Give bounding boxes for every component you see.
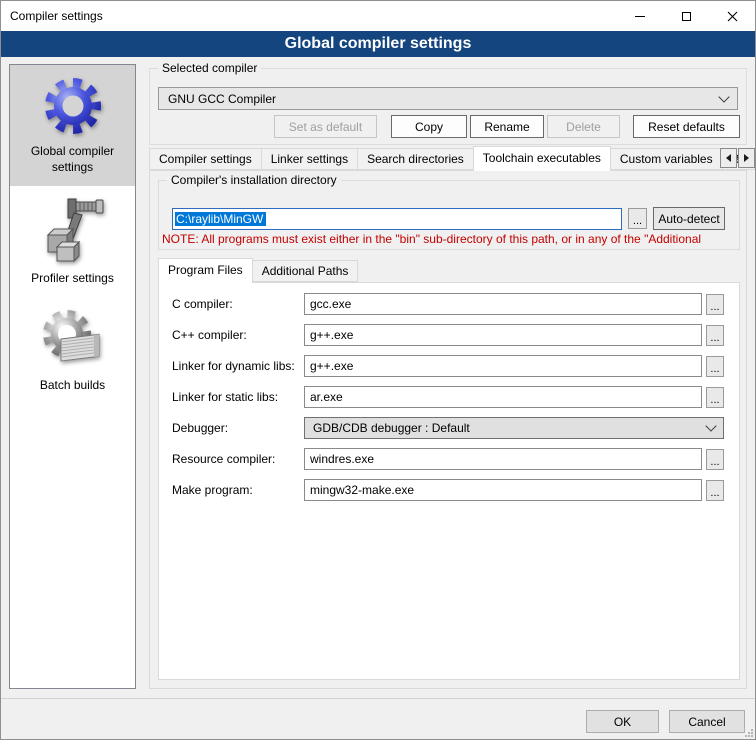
installation-directory-row: C:\raylib\MinGW ... Auto-detect <box>172 207 733 230</box>
compiler-settings-dialog: Compiler settings Global compiler settin… <box>0 0 756 740</box>
sidebar-item-global-compiler-settings[interactable]: Global compiler settings <box>10 65 135 186</box>
footer-divider <box>1 698 755 699</box>
debugger-row: Debugger: GDB/CDB debugger : Default <box>172 417 724 439</box>
static-linker-label: Linker for static libs: <box>172 390 304 404</box>
subtab-additional-paths[interactable]: Additional Paths <box>252 260 359 282</box>
arrow-right-icon <box>744 154 749 162</box>
compiler-actions: Set as default Copy Rename Delete Reset … <box>158 115 740 138</box>
dynamic-linker-input[interactable] <box>304 355 702 377</box>
page-title: Global compiler settings <box>1 31 755 57</box>
dynamic-linker-browse-button[interactable]: ... <box>706 356 724 377</box>
static-linker-input[interactable] <box>304 386 702 408</box>
selected-compiler-group-label: Selected compiler <box>158 61 261 75</box>
delete-button[interactable]: Delete <box>547 115 620 138</box>
minimize-button[interactable] <box>617 1 663 31</box>
cancel-button[interactable]: Cancel <box>669 710 745 733</box>
compiler-select[interactable]: GNU GCC Compiler <box>158 87 738 110</box>
settings-tabbar: Compiler settings Linker settings Search… <box>149 146 755 170</box>
cpp-compiler-label: C++ compiler: <box>172 328 304 342</box>
rename-button[interactable]: Rename <box>470 115 544 138</box>
resource-compiler-browse-button[interactable]: ... <box>706 449 724 470</box>
tab-custom-variables[interactable]: Custom variables <box>610 148 723 170</box>
make-program-browse-button[interactable]: ... <box>706 480 724 501</box>
note-text: NOTE: All programs must exist either in … <box>162 232 737 246</box>
tab-scroll-left-button[interactable] <box>720 148 737 168</box>
close-button[interactable] <box>709 1 755 31</box>
close-icon <box>727 11 738 22</box>
toolchain-executables-page: Compiler's installation directory C:\ray… <box>149 170 747 689</box>
arrow-left-icon <box>726 154 731 162</box>
caption-buttons <box>617 1 755 31</box>
dynamic-linker-label: Linker for dynamic libs: <box>172 359 304 373</box>
static-linker-browse-button[interactable]: ... <box>706 387 724 408</box>
c-compiler-row: C compiler: ... <box>172 293 724 315</box>
installation-directory-input[interactable]: C:\raylib\MinGW <box>172 208 622 230</box>
c-compiler-input[interactable] <box>304 293 702 315</box>
compiler-select-value: GNU GCC Compiler <box>168 92 720 106</box>
window-title: Compiler settings <box>10 9 103 23</box>
selected-compiler-group: Selected compiler GNU GCC Compiler Set a… <box>149 68 747 145</box>
program-files-page: C compiler: ... C++ compiler: ... Linker… <box>158 282 740 680</box>
set-as-default-button[interactable]: Set as default <box>274 115 377 138</box>
tab-search-directories[interactable]: Search directories <box>357 148 474 170</box>
resource-compiler-label: Resource compiler: <box>172 452 304 466</box>
dynamic-linker-row: Linker for dynamic libs: ... <box>172 355 724 377</box>
tab-linker-settings[interactable]: Linker settings <box>261 148 358 170</box>
title-bar: Compiler settings <box>1 1 755 31</box>
make-program-row: Make program: ... <box>172 479 724 501</box>
tab-toolchain-executables[interactable]: Toolchain executables <box>473 146 611 171</box>
minimize-icon <box>635 16 645 17</box>
cpp-compiler-row: C++ compiler: ... <box>172 324 724 346</box>
make-program-input[interactable] <box>304 479 702 501</box>
sidebar-item-label: Global compiler settings <box>13 143 132 175</box>
sidebar-item-batch-builds[interactable]: Batch builds <box>10 297 135 404</box>
tab-compiler-settings[interactable]: Compiler settings <box>149 148 262 170</box>
c-compiler-browse-button[interactable]: ... <box>706 294 724 315</box>
sidebar: Global compiler settings <box>9 64 136 689</box>
program-subtabbar: Program Files Additional Paths <box>158 258 358 282</box>
resource-compiler-row: Resource compiler: ... <box>172 448 724 470</box>
chevron-down-icon <box>718 91 729 102</box>
tab-scroll-right-button[interactable] <box>738 148 755 168</box>
debugger-select[interactable]: GDB/CDB debugger : Default <box>304 417 724 439</box>
cpp-compiler-input[interactable] <box>304 324 702 346</box>
gray-gear-stack-icon <box>41 306 105 372</box>
c-compiler-label: C compiler: <box>172 297 304 311</box>
resize-grip[interactable] <box>744 728 753 737</box>
sidebar-item-profiler-settings[interactable]: Profiler settings <box>10 186 135 297</box>
resource-compiler-input[interactable] <box>304 448 702 470</box>
subtab-program-files[interactable]: Program Files <box>158 258 253 283</box>
sidebar-item-label: Profiler settings <box>31 270 114 286</box>
sidebar-item-label: Batch builds <box>40 377 105 393</box>
ok-button[interactable]: OK <box>586 710 659 733</box>
caliper-icon <box>41 195 105 265</box>
copy-button[interactable]: Copy <box>391 115 467 138</box>
browse-directory-button[interactable]: ... <box>628 208 647 229</box>
installation-directory-group: Compiler's installation directory C:\ray… <box>158 180 740 250</box>
static-linker-row: Linker for static libs: ... <box>172 386 724 408</box>
maximize-button[interactable] <box>663 1 709 31</box>
debugger-label: Debugger: <box>172 421 304 435</box>
installation-directory-group-label: Compiler's installation directory <box>167 173 341 187</box>
installation-directory-value: C:\raylib\MinGW <box>175 212 266 226</box>
maximize-icon <box>682 12 691 21</box>
reset-defaults-button[interactable]: Reset defaults <box>633 115 740 138</box>
debugger-select-value: GDB/CDB debugger : Default <box>313 421 707 435</box>
chevron-down-icon <box>705 420 716 431</box>
make-program-label: Make program: <box>172 483 304 497</box>
cpp-compiler-browse-button[interactable]: ... <box>706 325 724 346</box>
blue-gear-icon <box>41 74 105 138</box>
auto-detect-button[interactable]: Auto-detect <box>653 207 725 230</box>
